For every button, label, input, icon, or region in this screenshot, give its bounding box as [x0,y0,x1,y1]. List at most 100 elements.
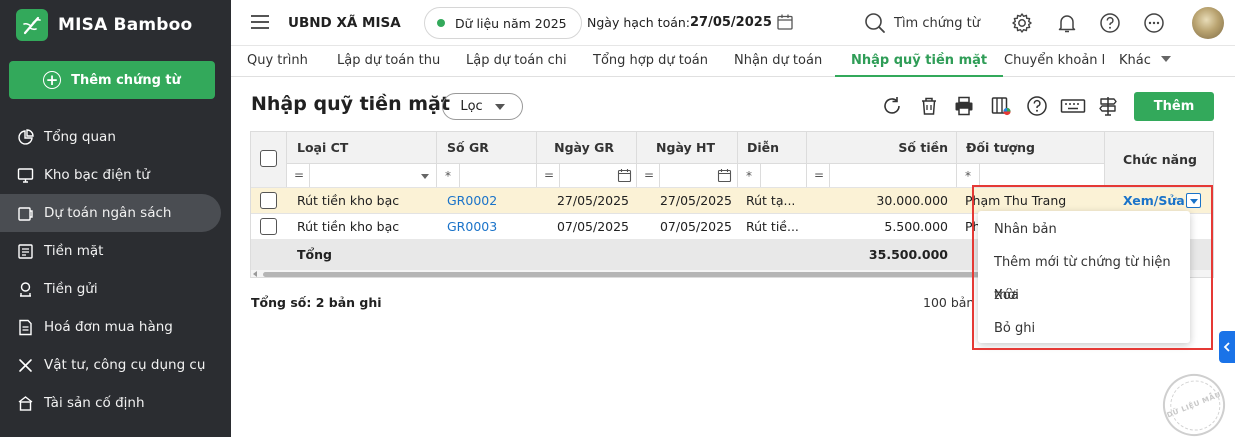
sidebar-item-label: Dự toán ngân sách [44,205,172,221]
tab-process[interactable]: Quy trình [247,46,308,77]
cell-description: Rút tạ... [746,193,796,208]
cell-doc-type: Rút tiền kho bạc [297,193,400,208]
tools-icon [16,356,34,374]
gear-icon[interactable] [1011,12,1033,34]
filter-operator[interactable]: * [746,169,752,183]
filter-cell[interactable]: * [437,163,537,187]
select-all-column [251,132,287,187]
accounting-date-value[interactable]: 27/05/2025 [690,15,772,30]
refresh-icon[interactable] [881,95,903,117]
sidebar-item-invoice[interactable]: Hoá đơn mua hàng [0,308,231,346]
sidebar-nav: Tổng quan Kho bạc điện tử Dự toán ngân s… [0,118,231,422]
column-header: Chức năng [1123,152,1197,167]
main-content: UBND XÃ MISA Dữ liệu năm 2025 Ngày hạch … [231,0,1235,437]
filter-cell[interactable]: * [957,163,1105,187]
sidebar-item-deposit[interactable]: Tiền gửi [0,270,231,308]
tab-receive-estimate[interactable]: Nhận dự toán [734,46,822,77]
sidebar: MISA Bamboo + Thêm chứng từ Tổng quan Kh… [0,0,231,437]
sidebar-item-budget[interactable]: Dự toán ngân sách [0,194,221,232]
help-icon[interactable] [1026,95,1048,117]
menu-icon[interactable] [251,15,269,29]
filter-cell[interactable]: * [738,163,807,187]
bamboo-logo-icon [16,9,48,41]
filter-operator[interactable]: = [294,168,304,182]
sidebar-item-label: Tiền mặt [44,243,104,259]
keyboard-icon[interactable] [1060,95,1086,117]
filter-cell[interactable]: = [807,163,957,187]
top-bar: UBND XÃ MISA Dữ liệu năm 2025 Ngày hạch … [231,0,1235,46]
cell-doc-number-link[interactable]: GR0003 [447,214,537,239]
filter-operator[interactable]: = [644,168,654,182]
select-all-checkbox[interactable] [260,150,277,167]
add-document-button[interactable]: + Thêm chứng từ [9,61,215,99]
filter-label: Lọc [460,99,483,114]
filter-operator[interactable]: = [814,168,824,182]
status-dot-icon [437,19,445,27]
bell-icon[interactable] [1056,12,1078,34]
cell-doc-number-link[interactable]: GR0002 [447,188,537,213]
recycle-bin-icon[interactable] [918,95,940,117]
data-year-label: Dữ liệu năm 2025 [455,15,567,31]
scroll-left-icon[interactable] [253,271,257,277]
filter-cell[interactable]: = [637,163,738,187]
tab-transfer[interactable]: Chuyển khoản k [1004,46,1104,77]
side-panel-toggle[interactable] [1219,331,1235,363]
cell-amount: 30.000.000 [876,193,948,208]
column-settings-icon[interactable] [990,95,1012,117]
calendar-icon[interactable] [776,13,794,35]
filter-button[interactable]: Lọc [442,93,523,120]
stamp-text: DỮ LIỆU MẪU [1165,390,1223,420]
sidebar-item-cash[interactable]: Tiền mặt [0,232,231,270]
sidebar-item-label: Vật tư, công cụ dụng cụ [44,357,206,373]
monitor-icon [16,166,34,184]
calendar-icon[interactable] [617,168,632,186]
tab-bar: Quy trình Lập dự toán thu Lập dự toán ch… [231,46,1235,77]
search-icon [865,13,885,33]
sidebar-item-treasury[interactable]: Kho bạc điện tử [0,156,231,194]
tab-estimate-summary[interactable]: Tổng hợp dự toán [593,46,708,77]
row-checkbox[interactable] [260,192,277,209]
sidebar-item-fixed-assets[interactable]: Tài sản cố định [0,384,231,422]
scrollbar-thumb[interactable] [263,272,1023,277]
cell-doc-type: Rút tiền kho bạc [297,219,400,234]
search-label: Tìm chứng từ [894,15,980,31]
tab-cash-receipt[interactable]: Nhập quỹ tiền mặt [835,46,1004,77]
sidebar-item-supplies[interactable]: Vật tư, công cụ dụng cụ [0,346,231,384]
cash-icon [16,242,34,260]
filter-cell[interactable]: = [287,163,437,187]
data-year-selector[interactable]: Dữ liệu năm 2025 [424,7,582,39]
chevron-down-icon[interactable] [1161,56,1171,62]
filter-operator[interactable]: * [965,169,971,183]
printer-icon[interactable] [953,95,975,117]
search-documents[interactable]: Tìm chứng từ [864,12,980,34]
tab-other[interactable]: Khác [1119,46,1151,77]
signpost-icon[interactable] [1097,95,1119,117]
tab-revenue-estimate[interactable]: Lập dự toán thu [337,46,440,77]
filter-cell[interactable]: = [537,163,637,187]
highlight-box [972,185,1213,350]
avatar[interactable] [1192,7,1224,39]
cell-description: Rút tiề... [746,219,799,234]
wallet-icon [16,204,34,222]
sample-data-stamp: DỮ LIỆU MẪU [1153,364,1235,437]
cell-posting-date: 07/05/2025 [659,219,732,234]
accounting-date-label: Ngày hạch toán: [587,15,691,30]
sidebar-item-label: Hoá đơn mua hàng [44,319,173,335]
add-button[interactable]: Thêm [1134,92,1214,121]
total-label: Tổng [297,247,332,262]
row-checkbox[interactable] [260,218,277,235]
chevron-down-icon[interactable] [421,174,429,179]
sidebar-item-label: Tổng quan [44,129,116,145]
more-options-icon[interactable] [1143,12,1165,34]
filter-operator[interactable]: * [445,169,451,183]
sidebar-item-overview[interactable]: Tổng quan [0,118,231,156]
calendar-icon[interactable] [717,168,732,186]
help-icon[interactable] [1099,12,1121,34]
cell-doc-date: 07/05/2025 [556,219,629,234]
brand[interactable]: MISA Bamboo [16,9,192,41]
chevron-down-icon [494,103,505,110]
filter-operator[interactable]: = [544,168,554,182]
building-icon [16,394,34,412]
sidebar-item-label: Tài sản cố định [44,395,145,411]
tab-expense-estimate[interactable]: Lập dự toán chi [466,46,567,77]
